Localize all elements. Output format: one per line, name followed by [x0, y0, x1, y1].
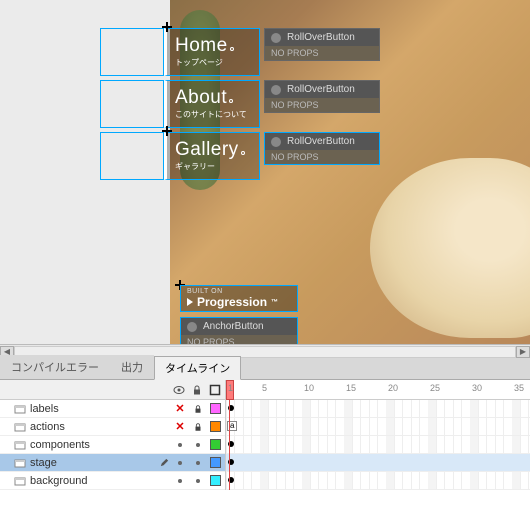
nav-button-home[interactable]: Home トップページ — [164, 28, 260, 76]
locked-icon[interactable] — [193, 422, 203, 432]
nav-title: Gallery — [175, 139, 239, 160]
ruler-tick: 30 — [472, 383, 482, 393]
component-tag[interactable]: RollOverButton NO PROPS — [264, 28, 380, 61]
visibility-header-icon[interactable] — [173, 384, 185, 396]
component-name: RollOverButton — [287, 84, 355, 95]
ruler-tick: 10 — [304, 383, 314, 393]
layer-list: labels ✕ actions ✕ components stage background — [0, 400, 225, 490]
ruler-tick: 35 — [514, 383, 524, 393]
registration-point-icon — [162, 22, 172, 32]
layer-icon — [14, 439, 26, 451]
layer-row[interactable]: labels ✕ — [0, 400, 225, 418]
ruler-tick: 15 — [346, 383, 356, 393]
layer-name: background — [30, 475, 170, 487]
component-tag[interactable]: RollOverButton NO PROPS — [264, 132, 380, 165]
tab-compile-errors[interactable]: コンパイルエラー — [0, 355, 110, 379]
component-props: NO PROPS — [265, 46, 379, 60]
visible-dot-icon[interactable] — [178, 461, 182, 465]
unlock-dot-icon[interactable] — [196, 479, 200, 483]
layer-color-swatch[interactable] — [210, 475, 221, 486]
tab-output[interactable]: 出力 — [110, 355, 154, 379]
tab-timeline[interactable]: タイムライン — [154, 356, 241, 380]
scroll-right-arrow[interactable]: ▶ — [516, 346, 530, 358]
component-icon — [271, 33, 281, 43]
timeline-ruler[interactable]: 1 5 10 15 20 25 30 35 — [225, 380, 530, 399]
layer-row[interactable]: background — [0, 472, 225, 490]
layer-icon — [14, 403, 26, 415]
visible-dot-icon[interactable] — [178, 479, 182, 483]
layer-name: components — [30, 439, 170, 451]
layer-row[interactable]: stage — [0, 454, 225, 472]
panel-tabs: コンパイルエラー 出力 タイムライン — [0, 358, 530, 380]
visible-dot-icon[interactable] — [178, 443, 182, 447]
badge-name: Progression — [197, 295, 267, 309]
selection-cell — [100, 80, 164, 128]
timeline-panel: 1 5 10 15 20 25 30 35 labels ✕ actions ✕ com… — [0, 380, 530, 505]
timeline-header: 1 5 10 15 20 25 30 35 — [0, 380, 530, 400]
playhead-line — [229, 400, 230, 490]
selection-cell — [100, 132, 164, 180]
component-name: RollOverButton — [287, 32, 355, 43]
layer-name: labels — [30, 403, 170, 415]
component-name: RollOverButton — [287, 136, 355, 147]
frame-grid[interactable]: a — [225, 400, 530, 490]
nav-row-gallery: Gallery ギャラリー — [100, 132, 260, 180]
nav-subtitle: このサイトについて — [175, 109, 251, 120]
progression-badge[interactable]: BUILT ON Progression™ — [180, 285, 298, 312]
layer-color-swatch[interactable] — [210, 439, 221, 450]
layer-row[interactable]: actions ✕ — [0, 418, 225, 436]
layer-column-headers — [0, 380, 225, 399]
selection-cell — [100, 28, 164, 76]
nav-title: Home — [175, 35, 228, 56]
nav-subtitle: トップページ — [175, 57, 251, 68]
layer-row[interactable]: components — [0, 436, 225, 454]
unlock-dot-icon[interactable] — [196, 461, 200, 465]
component-icon — [187, 322, 197, 332]
play-icon — [187, 298, 193, 306]
lock-header-icon[interactable] — [191, 384, 203, 396]
layer-name: stage — [30, 457, 155, 469]
frame-row[interactable] — [226, 400, 530, 418]
unlock-dot-icon[interactable] — [196, 443, 200, 447]
stage-area: Home トップページ About このサイトについて Gallery ギャラリ… — [0, 0, 530, 358]
hidden-icon[interactable]: ✕ — [175, 402, 184, 415]
nav-title: About — [175, 87, 227, 108]
frame-row[interactable]: a — [226, 418, 530, 436]
ruler-tick: 20 — [388, 383, 398, 393]
locked-icon[interactable] — [193, 404, 203, 414]
ruler-tick: 1 — [228, 383, 233, 393]
component-name: AnchorButton — [203, 321, 264, 332]
layer-icon — [14, 475, 26, 487]
layer-icon — [14, 457, 26, 469]
outline-header-icon[interactable] — [209, 384, 221, 396]
ruler-tick: 5 — [262, 383, 267, 393]
layer-color-swatch[interactable] — [210, 421, 221, 432]
nav-subtitle: ギャラリー — [175, 161, 251, 172]
ruler-tick: 25 — [430, 383, 440, 393]
layer-color-swatch[interactable] — [210, 457, 221, 468]
layer-color-swatch[interactable] — [210, 403, 221, 414]
badge-builton: BUILT ON — [187, 288, 291, 295]
component-props: NO PROPS — [265, 150, 379, 164]
frame-row[interactable] — [226, 436, 530, 454]
hidden-icon[interactable]: ✕ — [175, 420, 184, 433]
nav-button-gallery[interactable]: Gallery ギャラリー — [164, 132, 260, 180]
registration-point-icon — [162, 126, 172, 136]
nav-button-about[interactable]: About このサイトについて — [164, 80, 260, 128]
layer-name: actions — [30, 421, 170, 433]
frame-row[interactable] — [226, 454, 530, 472]
layer-icon — [14, 421, 26, 433]
frame-row[interactable] — [226, 472, 530, 490]
nav-row-home: Home トップページ — [100, 28, 260, 76]
component-props: NO PROPS — [265, 98, 379, 112]
component-icon — [271, 85, 281, 95]
component-icon — [271, 137, 281, 147]
nav-row-about: About このサイトについて — [100, 80, 260, 128]
component-tag[interactable]: RollOverButton NO PROPS — [264, 80, 380, 113]
pencil-icon — [159, 457, 170, 468]
